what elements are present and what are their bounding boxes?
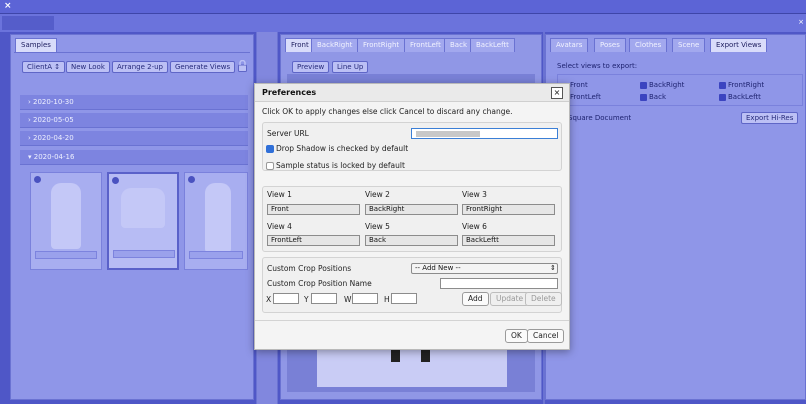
tab-underline bbox=[14, 52, 250, 53]
tab-frontleft[interactable]: FrontLeft bbox=[404, 38, 447, 52]
date-row-2020-05-05[interactable]: › 2020-05-05 bbox=[20, 113, 248, 128]
y-input[interactable] bbox=[311, 293, 337, 304]
camisole-image bbox=[51, 183, 81, 249]
export-front-label: Front bbox=[570, 81, 588, 89]
view-5-label: View 5 bbox=[365, 222, 390, 231]
view-4-input[interactable]: FrontLeft bbox=[267, 235, 360, 246]
view-1-input[interactable]: Front bbox=[267, 204, 360, 215]
view-5-input[interactable]: Back bbox=[365, 235, 458, 246]
export-hi-res-button[interactable]: Export Hi-Res bbox=[741, 112, 799, 124]
export-backleftt-checkbox[interactable] bbox=[719, 94, 726, 101]
sample-thumbnail-selected[interactable] bbox=[107, 172, 179, 270]
thumbnail-caption bbox=[35, 251, 97, 259]
tab-back[interactable]: Back bbox=[444, 38, 473, 52]
view-3-label: View 3 bbox=[462, 190, 487, 199]
drop-shadow-checkbox[interactable] bbox=[266, 145, 274, 153]
update-crop-button[interactable]: Update bbox=[490, 292, 530, 306]
export-back-checkbox[interactable] bbox=[640, 94, 647, 101]
preview-button[interactable]: Preview bbox=[292, 61, 330, 73]
status-dot-icon bbox=[188, 176, 195, 183]
x-label: X bbox=[266, 295, 272, 304]
date-row-2020-04-16[interactable]: ▾ 2020-04-16 bbox=[20, 150, 248, 165]
crop-position-select[interactable]: -- Add New -- bbox=[411, 263, 558, 274]
tab-backright[interactable]: BackRight bbox=[311, 38, 359, 52]
custom-crop-label: Custom Crop Positions bbox=[267, 264, 352, 273]
dialog-title: Preferences bbox=[262, 88, 317, 97]
w-input[interactable] bbox=[352, 293, 378, 304]
window-close-icon[interactable]: × bbox=[4, 1, 12, 11]
server-url-redacted bbox=[416, 131, 480, 137]
crop-name-label: Custom Crop Position Name bbox=[267, 279, 372, 288]
view-6-label: View 6 bbox=[462, 222, 487, 231]
crop-name-input[interactable] bbox=[440, 278, 558, 289]
generate-views-button[interactable]: Generate Views bbox=[170, 61, 236, 73]
view-2-input[interactable]: BackRight bbox=[365, 204, 458, 215]
tab-frontright[interactable]: FrontRight bbox=[357, 38, 406, 52]
tab-backleftt[interactable]: BackLeftt bbox=[470, 38, 515, 52]
dialog-close-icon[interactable]: × bbox=[551, 87, 563, 99]
server-url-label: Server URL bbox=[267, 129, 309, 138]
tab-export-views[interactable]: Export Views bbox=[710, 38, 768, 52]
view-1-label: View 1 bbox=[267, 190, 292, 199]
arrange-2up-button[interactable]: Arrange 2-up bbox=[112, 61, 168, 73]
view-2-label: View 2 bbox=[365, 190, 390, 199]
thumbnail-caption bbox=[189, 251, 243, 259]
status-dot-icon bbox=[34, 176, 41, 183]
thumbnail-caption bbox=[113, 250, 175, 258]
sample-status-checkbox[interactable] bbox=[266, 162, 274, 170]
export-frontright-label: FrontRight bbox=[728, 81, 765, 89]
view-3-input[interactable]: FrontRight bbox=[462, 204, 555, 215]
select-arrows-icon: ⇕ bbox=[550, 264, 556, 272]
lock-icon[interactable] bbox=[238, 59, 247, 72]
square-document-label: Square Document bbox=[568, 114, 632, 122]
view-6-input[interactable]: BackLeftt bbox=[462, 235, 555, 246]
tab-clothes[interactable]: Clothes bbox=[629, 38, 668, 52]
date-row-2020-10-30[interactable]: › 2020-10-30 bbox=[20, 95, 248, 110]
tab-avatars[interactable]: Avatars bbox=[550, 38, 589, 52]
tab-scene[interactable]: Scene bbox=[672, 38, 706, 52]
drop-shadow-label: Drop Shadow is checked by default bbox=[276, 144, 409, 153]
export-backright-checkbox[interactable] bbox=[640, 82, 647, 89]
dress-image bbox=[205, 183, 231, 253]
tab-samples[interactable]: Samples bbox=[15, 38, 57, 52]
status-dot-icon bbox=[112, 177, 119, 184]
ok-button[interactable]: OK bbox=[505, 329, 528, 343]
x-input[interactable] bbox=[273, 293, 299, 304]
server-url-input[interactable] bbox=[411, 128, 558, 139]
new-look-button[interactable]: New Look bbox=[66, 61, 110, 73]
date-row-2020-04-20[interactable]: › 2020-04-20 bbox=[20, 131, 248, 146]
crop-select-value: -- Add New -- bbox=[415, 264, 461, 272]
sample-thumbnail[interactable] bbox=[184, 172, 248, 270]
export-views-box bbox=[557, 74, 803, 106]
cancel-button[interactable]: Cancel bbox=[527, 329, 565, 343]
title-bar: × bbox=[0, 0, 806, 14]
client-select[interactable]: ClientA ↕ bbox=[22, 61, 66, 73]
export-frontleft-label: FrontLeft bbox=[570, 93, 601, 101]
dialog-divider bbox=[255, 320, 569, 321]
add-crop-button[interactable]: Add bbox=[462, 292, 489, 306]
line-up-button[interactable]: Line Up bbox=[332, 61, 369, 73]
export-backleftt-label: BackLeftt bbox=[728, 93, 761, 101]
h-input[interactable] bbox=[391, 293, 417, 304]
toolbar-tab[interactable] bbox=[2, 16, 54, 30]
tab-poses[interactable]: Poses bbox=[594, 38, 626, 52]
preferences-dialog: Preferences × Click OK to apply changes … bbox=[254, 83, 570, 350]
sample-thumbnail[interactable] bbox=[30, 172, 102, 270]
view-4-label: View 4 bbox=[267, 222, 292, 231]
delete-crop-button[interactable]: Delete bbox=[525, 292, 562, 306]
dialog-instructions: Click OK to apply changes else click Can… bbox=[262, 107, 513, 116]
y-label: Y bbox=[304, 295, 309, 304]
top-toolbar: × bbox=[0, 14, 806, 32]
export-frontright-checkbox[interactable] bbox=[719, 82, 726, 89]
shorts-image bbox=[121, 188, 165, 228]
toolbar-close-icon[interactable]: × bbox=[798, 18, 804, 26]
sample-status-label: Sample status is locked by default bbox=[276, 161, 405, 170]
w-label: W bbox=[344, 295, 352, 304]
export-heading: Select views to export: bbox=[557, 62, 638, 70]
export-back-label: Back bbox=[649, 93, 666, 101]
h-label: H bbox=[384, 295, 390, 304]
export-backright-label: BackRight bbox=[649, 81, 685, 89]
